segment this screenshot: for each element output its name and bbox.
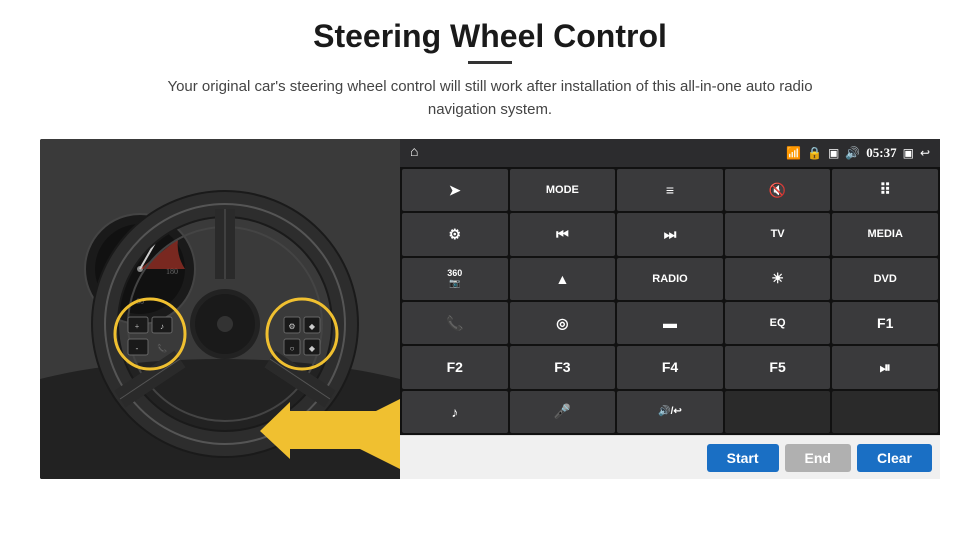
page-title: Steering Wheel Control	[313, 18, 667, 55]
sd-icon: ▣	[828, 146, 839, 161]
eq-btn[interactable]: EQ	[725, 302, 831, 344]
page-subtitle: Your original car's steering wheel contr…	[140, 76, 840, 121]
back-icon[interactable]: ↩	[920, 146, 930, 161]
wifi-icon: 📶	[786, 146, 801, 161]
title-divider	[468, 61, 512, 64]
svg-text:⚙: ⚙	[288, 322, 295, 331]
dvd-btn[interactable]: DVD	[832, 258, 938, 300]
lock-icon: 🔒	[807, 146, 822, 161]
nav-btn[interactable]: ➤	[402, 169, 508, 211]
start-button[interactable]: Start	[707, 444, 779, 472]
steering-wheel-image: 120 60 0 180	[40, 139, 400, 479]
list-btn[interactable]: ≡	[617, 169, 723, 211]
f3-btn[interactable]: F3	[510, 346, 616, 388]
status-icons: 📶 🔒 ▣ 🔊 05:37 ▣ ↩	[786, 145, 930, 161]
settings-btn[interactable]: ⚙	[402, 213, 508, 255]
svg-text:+: +	[135, 322, 140, 331]
radio-btn[interactable]: RADIO	[617, 258, 723, 300]
f1-btn[interactable]: F1	[832, 302, 938, 344]
clear-button[interactable]: Clear	[857, 444, 932, 472]
eject-btn[interactable]: ▲	[510, 258, 616, 300]
bluetooth-icon: 🔊	[845, 146, 860, 161]
brightness-btn[interactable]: ☀	[725, 258, 831, 300]
playpause-btn[interactable]: ⏯	[832, 346, 938, 388]
media-btn[interactable]: MEDIA	[832, 213, 938, 255]
home-icon[interactable]: ⌂	[410, 145, 418, 161]
svg-text:📞: 📞	[157, 343, 167, 353]
svg-text:♪: ♪	[160, 322, 164, 331]
phone-btn[interactable]: 📞	[402, 302, 508, 344]
vol-phone-btn[interactable]: 🔊/↩	[617, 391, 723, 433]
button-grid: ➤ MODE ≡ 🔇 ⠿ ⚙ ⏮ ⏭ TV MEDIA 360📷 ▲ RADIO…	[400, 167, 940, 435]
page-container: Steering Wheel Control Your original car…	[0, 0, 980, 544]
next-btn[interactable]: ⏭	[617, 213, 723, 255]
f5-btn[interactable]: F5	[725, 346, 831, 388]
control-panel: ⌂ 📶 🔒 ▣ 🔊 05:37 ▣ ↩ ➤ MODE ≡ 🔇 ⠿	[400, 139, 940, 479]
tv-btn[interactable]: TV	[725, 213, 831, 255]
status-time: 05:37	[866, 145, 896, 161]
apps-btn[interactable]: ⠿	[832, 169, 938, 211]
music-btn[interactable]: ♪	[402, 391, 508, 433]
f2-btn[interactable]: F2	[402, 346, 508, 388]
svg-text:-: -	[136, 344, 139, 353]
screen-icon: ▣	[903, 146, 914, 161]
mode-btn[interactable]: MODE	[510, 169, 616, 211]
svg-text:◆: ◆	[309, 344, 316, 353]
end-button[interactable]: End	[785, 444, 851, 472]
cam360-btn[interactable]: 360📷	[402, 258, 508, 300]
status-bar: ⌂ 📶 🔒 ▣ 🔊 05:37 ▣ ↩	[400, 139, 940, 167]
content-row: 120 60 0 180	[40, 139, 940, 479]
display-btn[interactable]: ▬	[617, 302, 723, 344]
svg-text:◆: ◆	[309, 322, 316, 331]
prev-btn[interactable]: ⏮	[510, 213, 616, 255]
empty-btn-1	[725, 391, 831, 433]
f4-btn[interactable]: F4	[617, 346, 723, 388]
mic-btn[interactable]: 🎤	[510, 391, 616, 433]
nav2-btn[interactable]: ◎	[510, 302, 616, 344]
mute-btn[interactable]: 🔇	[725, 169, 831, 211]
bottom-action-bar: Start End Clear	[400, 435, 940, 479]
svg-text:○: ○	[290, 344, 295, 353]
empty-btn-2	[832, 391, 938, 433]
